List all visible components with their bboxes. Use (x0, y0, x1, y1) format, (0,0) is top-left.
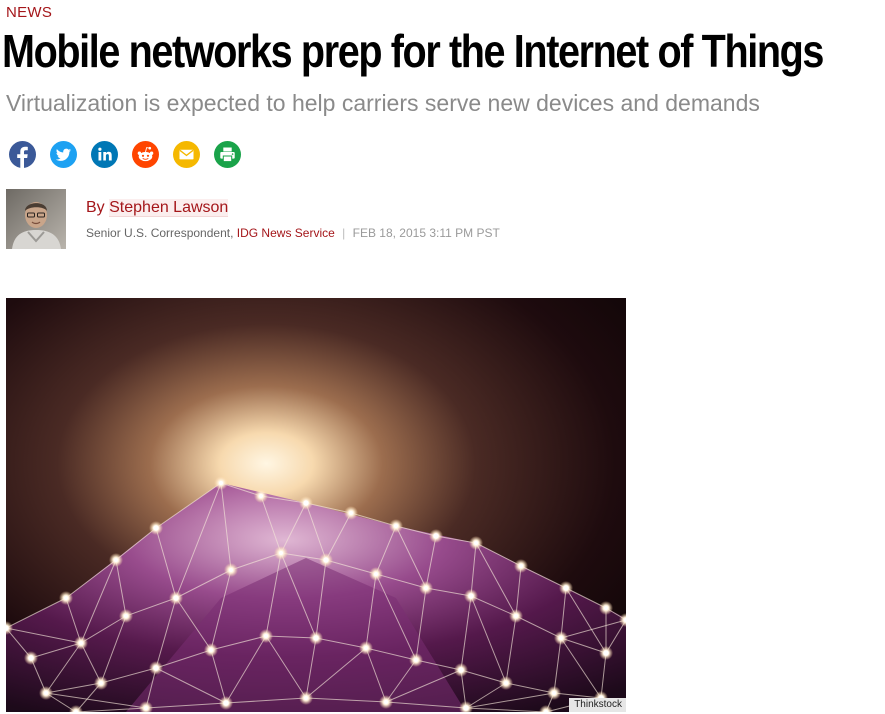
linkedin-icon (98, 147, 112, 161)
share-bar (9, 141, 241, 168)
author-title: Senior U.S. Correspondent, (86, 226, 234, 240)
linkedin-share-button[interactable] (91, 141, 118, 168)
network-illustration (6, 298, 626, 712)
author-photo (6, 189, 66, 249)
author-avatar[interactable] (6, 189, 66, 249)
organization-link[interactable]: IDG News Service (237, 226, 335, 240)
byline: By Stephen Lawson Senior U.S. Correspond… (6, 189, 606, 251)
by-label: By (86, 199, 105, 216)
byline-meta: Senior U.S. Correspondent, IDG News Serv… (86, 226, 500, 240)
email-icon (179, 149, 194, 160)
reddit-share-button[interactable] (132, 141, 159, 168)
print-share-button[interactable] (214, 141, 241, 168)
twitter-share-button[interactable] (50, 141, 77, 168)
reddit-icon (137, 146, 154, 162)
twitter-icon (55, 148, 71, 161)
print-icon (220, 147, 235, 163)
facebook-icon (17, 146, 28, 168)
article-dek: Virtualization is expected to help carri… (6, 90, 760, 116)
author-line: By Stephen Lawson (86, 199, 229, 217)
email-share-button[interactable] (173, 141, 200, 168)
publish-date: FEB 18, 2015 3:11 PM PST (352, 226, 500, 240)
article-headline: Mobile networks prep for the Internet of… (2, 25, 824, 77)
hero-image[interactable]: Thinkstock (6, 298, 626, 712)
facebook-share-button[interactable] (9, 141, 36, 168)
section-kicker-link[interactable]: NEWS (6, 4, 52, 21)
meta-separator: | (342, 226, 346, 240)
author-name-link[interactable]: Stephen Lawson (109, 199, 229, 217)
image-credit: Thinkstock (569, 698, 626, 712)
